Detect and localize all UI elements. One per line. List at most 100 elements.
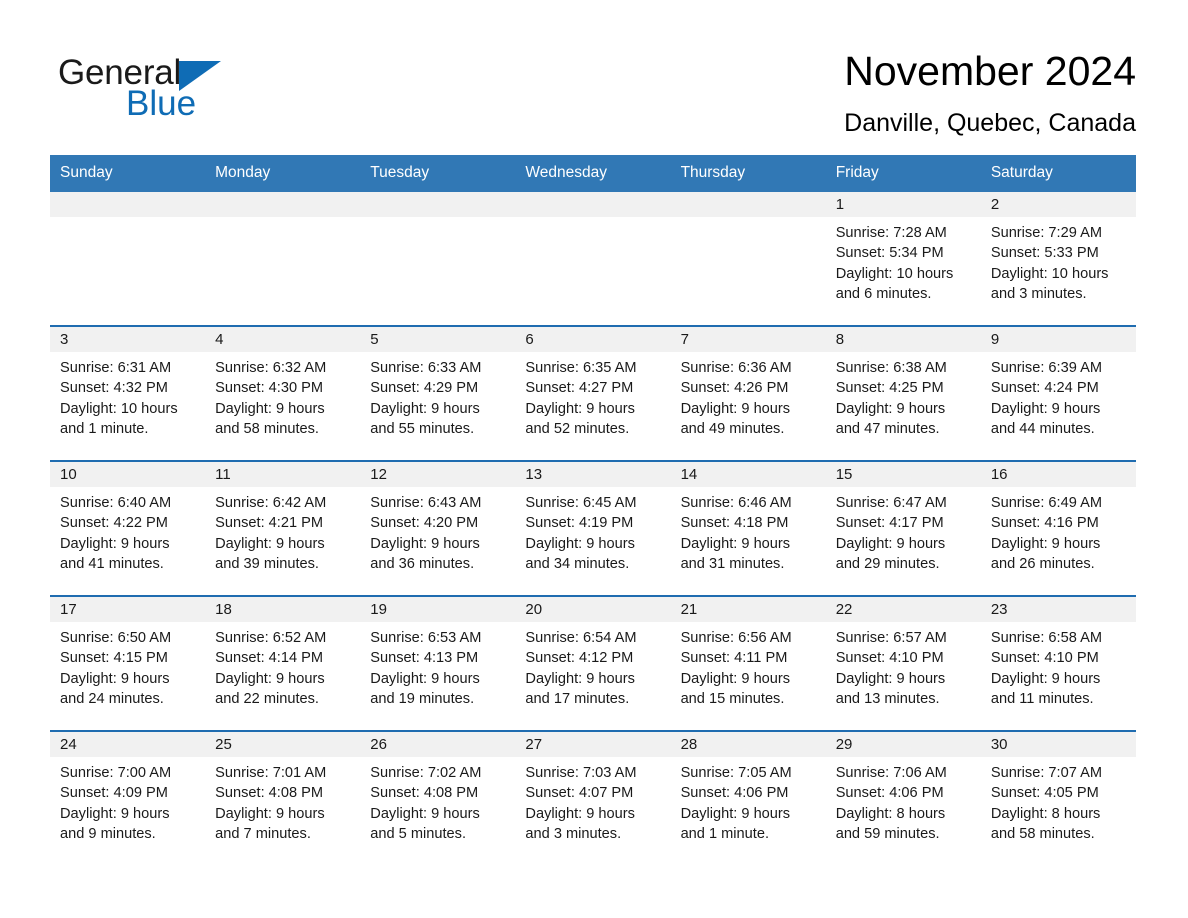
day-cell[interactable]: 2 Sunrise: 7:29 AM Sunset: 5:33 PM Daylight… — [980, 192, 1136, 325]
day-details: Sunrise: 7:06 AM Sunset: 4:06 PM Daylight:… — [826, 757, 981, 844]
day-cell[interactable]: 9 Sunrise: 6:39 AM Sunset: 4:24 PM Daylight… — [980, 327, 1136, 460]
sunset-text: Sunset: 4:18 PM — [680, 515, 789, 532]
day-cell[interactable]: 4 Sunrise: 6:32 AM Sunset: 4:30 PM Daylight… — [205, 327, 361, 460]
day-details: Sunrise: 6:39 AM Sunset: 4:24 PM Daylight:… — [981, 352, 1136, 439]
page-title: November 2024 — [844, 48, 1136, 94]
day-cell[interactable]: 17 Sunrise: 6:50 AM Sunset: 4:15 PM Dayligh… — [50, 597, 206, 730]
day-details: Sunrise: 6:49 AM Sunset: 4:16 PM Daylight:… — [981, 487, 1136, 574]
day-cell[interactable]: 8 Sunrise: 6:38 AM Sunset: 4:25 PM Daylight… — [825, 327, 981, 460]
daylight-text-line1: Daylight: 9 hours — [215, 400, 325, 417]
daylight-text-line2: and 6 minutes. — [835, 285, 932, 302]
daylight-text-line2: and 3 minutes. — [525, 825, 622, 842]
sunrise-text: Sunrise: 6:47 AM — [835, 495, 947, 511]
day-cell[interactable]: 7 Sunrise: 6:36 AM Sunset: 4:26 PM Daylight… — [670, 327, 826, 460]
daylight-text-line2: and 26 minutes. — [990, 555, 1095, 572]
day-number: 26 — [360, 732, 516, 757]
daylight-text-line1: Daylight: 9 hours — [990, 535, 1101, 552]
day-number: 22 — [825, 597, 981, 622]
day-cell[interactable]: 19 Sunrise: 6:53 AM Sunset: 4:13 PM Dayligh… — [360, 597, 516, 730]
week-row: 17 Sunrise: 6:50 AM Sunset: 4:15 PM Dayligh… — [50, 595, 1136, 730]
day-number: 19 — [360, 597, 516, 622]
week-row: 3 Sunrise: 6:31 AM Sunset: 4:32 PM Daylight… — [50, 325, 1136, 460]
day-cell[interactable]: 21 Sunrise: 6:56 AM Sunset: 4:11 PM Dayligh… — [670, 597, 826, 730]
daylight-text-line1: Daylight: 9 hours — [60, 670, 170, 687]
day-cell[interactable]: 29 Sunrise: 7:06 AM Sunset: 4:06 PM Dayligh… — [825, 732, 981, 865]
sunrise-text: Sunrise: 7:01 AM — [215, 765, 327, 781]
day-cell[interactable]: 27 Sunrise: 7:03 AM Sunset: 4:07 PM Dayligh… — [515, 732, 671, 865]
day-cell-empty — [670, 192, 826, 325]
day-cell[interactable]: 1 Sunrise: 7:28 AM Sunset: 5:34 PM Daylight… — [825, 192, 981, 325]
daylight-text-line1: Daylight: 9 hours — [990, 400, 1101, 417]
sunset-text: Sunset: 4:07 PM — [525, 785, 634, 802]
day-number: 12 — [360, 462, 516, 487]
day-number: 25 — [205, 732, 361, 757]
page-header: General Blue November 2024 Danville, Que… — [0, 0, 1188, 155]
day-number: 30 — [980, 732, 1136, 757]
day-cell[interactable]: 16 Sunrise: 6:49 AM Sunset: 4:16 PM Dayligh… — [980, 462, 1136, 595]
day-number — [360, 192, 516, 217]
day-details: Sunrise: 6:36 AM Sunset: 4:26 PM Daylight:… — [671, 352, 826, 439]
day-number — [515, 192, 671, 217]
day-cell[interactable]: 14 Sunrise: 6:46 AM Sunset: 4:18 PM Dayligh… — [670, 462, 826, 595]
sunset-text: Sunset: 4:20 PM — [370, 515, 479, 532]
sunrise-text: Sunrise: 7:07 AM — [990, 765, 1102, 781]
daylight-text-line1: Daylight: 9 hours — [835, 535, 946, 552]
day-cell[interactable]: 3 Sunrise: 6:31 AM Sunset: 4:32 PM Daylight… — [50, 327, 206, 460]
sunset-text: Sunset: 4:10 PM — [990, 650, 1099, 667]
sunrise-text: Sunrise: 6:43 AM — [370, 495, 482, 511]
week-row: 24 Sunrise: 7:00 AM Sunset: 4:09 PM Dayligh… — [50, 730, 1136, 865]
daylight-text-line1: Daylight: 9 hours — [60, 805, 170, 822]
daylight-text-line2: and 39 minutes. — [215, 555, 319, 572]
weekday-header-tuesday: Tuesday — [370, 164, 430, 181]
day-cell[interactable]: 30 Sunrise: 7:07 AM Sunset: 4:05 PM Dayligh… — [980, 732, 1136, 865]
daylight-text-line1: Daylight: 9 hours — [60, 535, 170, 552]
day-cell[interactable]: 25 Sunrise: 7:01 AM Sunset: 4:08 PM Dayligh… — [205, 732, 361, 865]
sunrise-text: Sunrise: 6:56 AM — [680, 630, 792, 646]
day-cell[interactable]: 22 Sunrise: 6:57 AM Sunset: 4:10 PM Dayligh… — [825, 597, 981, 730]
location-subtitle: Danville, Quebec, Canada — [844, 109, 1136, 137]
day-details: Sunrise: 6:57 AM Sunset: 4:10 PM Daylight:… — [826, 622, 981, 709]
sunrise-text: Sunrise: 7:02 AM — [370, 765, 482, 781]
day-number: 18 — [205, 597, 361, 622]
weekday-header-row: Sunday Monday Tuesday Wednesday Thursday… — [50, 155, 1136, 192]
day-number: 14 — [670, 462, 826, 487]
day-cell[interactable]: 15 Sunrise: 6:47 AM Sunset: 4:17 PM Dayligh… — [825, 462, 981, 595]
day-details: Sunrise: 6:58 AM Sunset: 4:10 PM Daylight:… — [981, 622, 1136, 709]
day-cell[interactable]: 26 Sunrise: 7:02 AM Sunset: 4:08 PM Dayligh… — [360, 732, 516, 865]
sunset-text: Sunset: 4:13 PM — [370, 650, 479, 667]
day-cell[interactable]: 10 Sunrise: 6:40 AM Sunset: 4:22 PM Dayligh… — [50, 462, 206, 595]
daylight-text-line2: and 58 minutes. — [215, 420, 319, 437]
day-number: 3 — [50, 327, 206, 352]
day-details: Sunrise: 6:52 AM Sunset: 4:14 PM Daylight:… — [205, 622, 360, 709]
day-cell[interactable]: 12 Sunrise: 6:43 AM Sunset: 4:20 PM Dayligh… — [360, 462, 516, 595]
day-cell[interactable]: 20 Sunrise: 6:54 AM Sunset: 4:12 PM Dayligh… — [515, 597, 671, 730]
day-details: Sunrise: 6:45 AM Sunset: 4:19 PM Daylight:… — [515, 487, 670, 574]
day-cell[interactable]: 23 Sunrise: 6:58 AM Sunset: 4:10 PM Dayligh… — [980, 597, 1136, 730]
daylight-text-line2: and 1 minute. — [60, 420, 149, 437]
day-details: Sunrise: 6:33 AM Sunset: 4:29 PM Daylight:… — [360, 352, 515, 439]
daylight-text-line2: and 9 minutes. — [60, 825, 156, 842]
day-cell[interactable]: 5 Sunrise: 6:33 AM Sunset: 4:29 PM Daylight… — [360, 327, 516, 460]
daylight-text-line1: Daylight: 9 hours — [680, 535, 791, 552]
day-number: 23 — [980, 597, 1136, 622]
day-details: Sunrise: 6:53 AM Sunset: 4:13 PM Daylight:… — [360, 622, 515, 709]
day-cell[interactable]: 13 Sunrise: 6:45 AM Sunset: 4:19 PM Dayligh… — [515, 462, 671, 595]
day-cell[interactable]: 6 Sunrise: 6:35 AM Sunset: 4:27 PM Daylight… — [515, 327, 671, 460]
day-cell[interactable]: 11 Sunrise: 6:42 AM Sunset: 4:21 PM Dayligh… — [205, 462, 361, 595]
daylight-text-line1: Daylight: 9 hours — [215, 535, 325, 552]
daylight-text-line2: and 29 minutes. — [835, 555, 940, 572]
daylight-text-line2: and 55 minutes. — [370, 420, 475, 437]
day-cell[interactable]: 24 Sunrise: 7:00 AM Sunset: 4:09 PM Dayligh… — [50, 732, 206, 865]
sunrise-text: Sunrise: 7:06 AM — [835, 765, 947, 781]
daylight-text-line1: Daylight: 9 hours — [370, 535, 480, 552]
sunrise-text: Sunrise: 6:32 AM — [215, 360, 327, 376]
daylight-text-line2: and 3 minutes. — [990, 285, 1087, 302]
sunrise-text: Sunrise: 6:52 AM — [215, 630, 327, 646]
daylight-text-line1: Daylight: 9 hours — [525, 805, 635, 822]
weekday-header-thursday: Thursday — [680, 164, 746, 181]
day-cell[interactable]: 28 Sunrise: 7:05 AM Sunset: 4:06 PM Dayligh… — [670, 732, 826, 865]
daylight-text-line1: Daylight: 9 hours — [680, 400, 791, 417]
daylight-text-line2: and 22 minutes. — [215, 690, 319, 707]
sunrise-text: Sunrise: 6:33 AM — [370, 360, 482, 376]
day-cell[interactable]: 18 Sunrise: 6:52 AM Sunset: 4:14 PM Dayligh… — [205, 597, 361, 730]
